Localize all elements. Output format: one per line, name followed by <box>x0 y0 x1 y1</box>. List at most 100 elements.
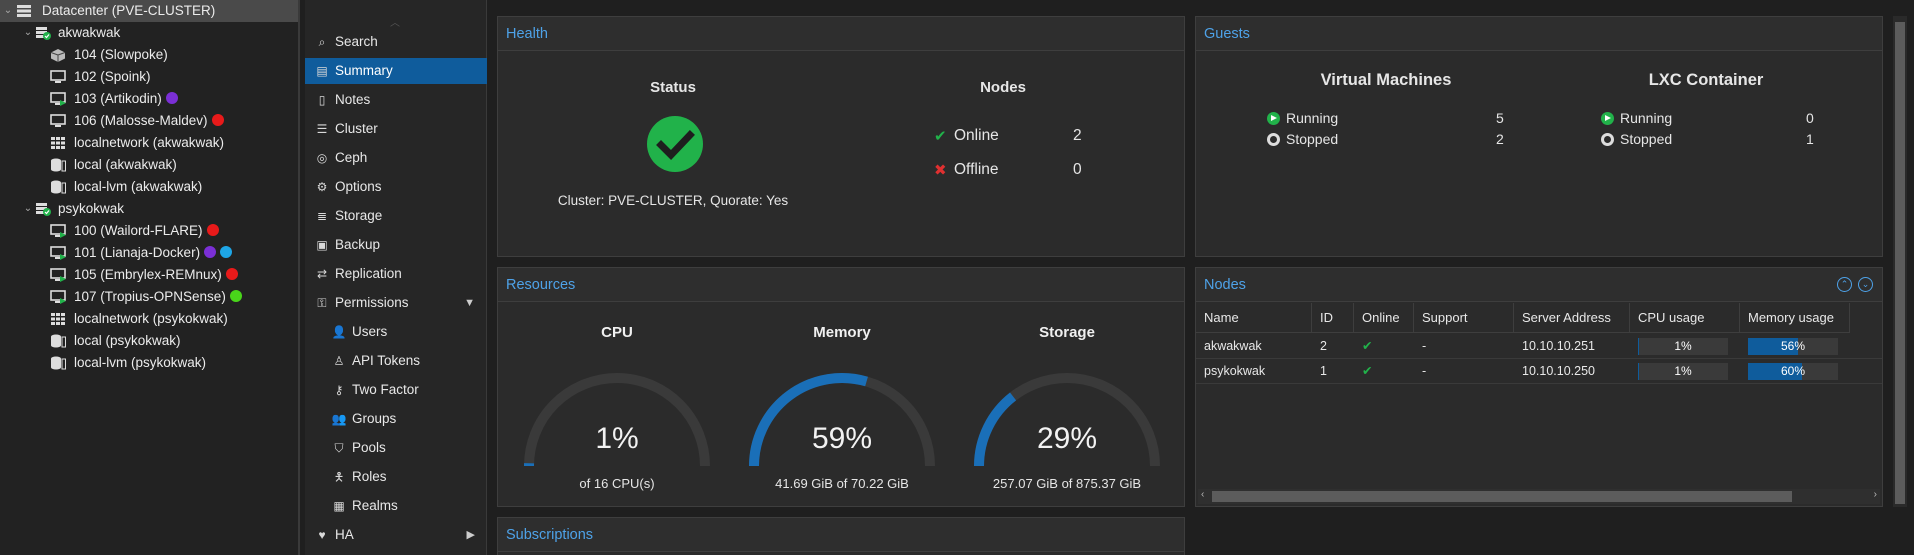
tree-item-storage[interactable]: local-lvm (psykokwak) <box>0 352 298 374</box>
column-header-server-address[interactable]: Server Address <box>1514 303 1630 333</box>
expand-down-icon[interactable]: ⌄ <box>1858 277 1873 292</box>
caret-down-icon[interactable]: ▼ <box>464 290 475 316</box>
tree-item-vm-running[interactable]: 107 (Tropius-OPNSense) <box>0 286 298 308</box>
scroll-right-icon[interactable]: › <box>1874 489 1877 500</box>
tree-item-storage[interactable]: local (psykokwak) <box>0 330 298 352</box>
scrollbar-thumb[interactable] <box>1895 22 1905 504</box>
vm-running-label: Running <box>1286 110 1339 126</box>
nav-item-label: Search <box>335 34 378 49</box>
column-header-id[interactable]: ID <box>1312 303 1354 333</box>
nav-item-ha[interactable]: ♥ HA ▶ <box>305 522 487 548</box>
tree-item-vm-stopped[interactable]: 106 (Malosse-Maldev) <box>0 110 298 132</box>
nav-item-users[interactable]: 👤 Users <box>305 319 487 345</box>
tree-item-node-akwakwak[interactable]: ⌄ akwakwak <box>0 22 298 44</box>
nav-item-label: API Tokens <box>352 353 421 368</box>
column-header-name[interactable]: Name <box>1196 303 1312 333</box>
status-title: Status <box>650 79 696 96</box>
user-icon: 👤 <box>331 325 347 339</box>
running-icon <box>1601 112 1614 125</box>
nav-item-permissions[interactable]: ⚿ Permissions ▼ <box>305 290 487 316</box>
lxc-running-count: 0 <box>1806 110 1814 126</box>
tree-item-node-psykokwak[interactable]: ⌄ psykokwak <box>0 198 298 220</box>
nav-item-api-tokens[interactable]: ♙ API Tokens <box>305 348 487 374</box>
tag-dot <box>211 114 224 127</box>
nav-scroll-up-icon[interactable]: ︿ <box>390 14 400 29</box>
tree-item-storage[interactable]: local (akwakwak) <box>0 154 298 176</box>
status-ok-icon <box>647 116 703 172</box>
nav-item-ceph[interactable]: ◎ Ceph <box>305 145 487 171</box>
tree-item-label: local (psykokwak) <box>74 330 181 352</box>
nodes-grid: Name ID Online Support Server Address CPU usa… <box>1196 303 1882 471</box>
caret-right-icon[interactable]: ▶ <box>467 522 475 548</box>
config-navigation: ︿ ⌕ Search ▤ Summary ▯ Notes ☰ Cluster ◎ Ceph ⚙ Opt… <box>305 0 487 555</box>
horizontal-scrollbar[interactable]: ‹ › <box>1198 489 1880 504</box>
tree-item-text: 106 (Malosse-Maldev) <box>74 113 208 128</box>
nav-item-label: Storage <box>335 208 383 223</box>
health-panel: Health Status Cluster: PVE-CLUSTER, Quor… <box>497 16 1185 257</box>
tree-item-text: localnetwork (akwakwak) <box>74 135 225 150</box>
gauge-percent: 59% <box>811 422 873 455</box>
unlock-icon: ⚿ <box>317 296 327 310</box>
nav-item-summary[interactable]: ▤ Summary <box>305 58 487 84</box>
offline-x-icon: ✖ <box>934 162 947 179</box>
tree-item-text: local (akwakwak) <box>74 157 177 172</box>
nav-item-label: HA <box>335 527 354 542</box>
cpu-usage-bar: 1% <box>1638 338 1728 355</box>
vm-stopped-icon <box>50 70 66 83</box>
lxc-title: LXC Container <box>1648 71 1764 89</box>
nav-item-search[interactable]: ⌕ Search <box>305 29 487 55</box>
nav-item-two-factor[interactable]: ⚷ Two Factor <box>305 377 487 403</box>
scrollbar-thumb[interactable] <box>1212 491 1792 502</box>
collapse-icon[interactable]: ⌄ <box>22 22 34 44</box>
gauge-detail: 257.07 GiB of 875.37 GiB <box>992 476 1142 491</box>
nav-item-cluster[interactable]: ☰ Cluster <box>305 116 487 142</box>
tag-dot <box>206 224 219 237</box>
collapse-up-icon[interactable]: ⌃ <box>1837 277 1852 292</box>
nav-item-pools[interactable]: ⛉ Pools <box>305 435 487 461</box>
tree-item-vm-running[interactable]: 103 (Artikodin) <box>0 88 298 110</box>
tree-item-vm-running[interactable]: 100 (Wailord-FLARE) <box>0 220 298 242</box>
nav-item-label: Groups <box>352 411 397 426</box>
bar-text: 1% <box>1674 364 1692 378</box>
running-icon <box>1267 112 1280 125</box>
tree-item-label: 102 (Spoink) <box>74 66 151 88</box>
nav-item-groups[interactable]: 👥 Groups <box>305 406 487 432</box>
tree-item-vm-running[interactable]: 101 (Lianaja-Docker) <box>0 242 298 264</box>
tree-item-datacenter[interactable]: ⌄ Datacenter (PVE-CLUSTER) <box>0 0 298 22</box>
tree-item-network[interactable]: localnetwork (psykokwak) <box>0 308 298 330</box>
nav-item-notes[interactable]: ▯ Notes <box>305 87 487 113</box>
key-icon: ⚷ <box>334 383 344 397</box>
cell-id: 1 <box>1320 364 1327 378</box>
nav-item-backup[interactable]: ▣ Backup <box>305 232 487 258</box>
nav-item-realms[interactable]: ▦ Realms <box>305 493 487 519</box>
table-row[interactable]: psykokwak 1 ✔ - 10.10.10.250 1% 60% <box>1196 359 1882 384</box>
tree-item-text: local-lvm (akwakwak) <box>74 179 203 194</box>
node-label: akwakwak <box>58 25 121 40</box>
nav-item-options[interactable]: ⚙ Options <box>305 174 487 200</box>
tree-item-label: 103 (Artikodin) <box>74 88 178 110</box>
resource-tree: ⌄ Datacenter (PVE-CLUSTER) ⌄ akwakwak 104 … <box>0 0 300 555</box>
nav-item-replication[interactable]: ⇄ Replication <box>305 261 487 287</box>
lxc-stopped-count: 1 <box>1806 131 1814 147</box>
scroll-left-icon[interactable]: ‹ <box>1201 489 1204 500</box>
nav-item-storage[interactable]: ≣ Storage <box>305 203 487 229</box>
column-header-memory-usage[interactable]: Memory usage <box>1740 303 1850 333</box>
column-header-cpu-usage[interactable]: CPU usage <box>1630 303 1740 333</box>
cluster-status-text: Cluster: PVE-CLUSTER, Quorate: Yes <box>557 193 789 208</box>
column-header-online[interactable]: Online <box>1354 303 1414 333</box>
gauge-percent: 29% <box>1036 422 1098 455</box>
online-check-icon: ✔ <box>1362 364 1373 378</box>
tree-item-vm-running[interactable]: 105 (Embrylex-REMnux) <box>0 264 298 286</box>
collapse-icon[interactable]: ⌄ <box>22 198 34 220</box>
main-vertical-scrollbar[interactable] <box>1893 16 1907 507</box>
tree-item-vm-stopped[interactable]: 102 (Spoink) <box>0 66 298 88</box>
column-header-support[interactable]: Support <box>1414 303 1514 333</box>
tree-item-network[interactable]: localnetwork (akwakwak) <box>0 132 298 154</box>
nav-item-roles[interactable]: 🯅 Roles <box>305 464 487 490</box>
tree-item-template[interactable]: 104 (Slowpoke) <box>0 44 298 66</box>
table-row[interactable]: akwakwak 2 ✔ - 10.10.10.251 1% 56% <box>1196 334 1882 359</box>
cell-id: 2 <box>1320 339 1327 353</box>
collapse-icon[interactable]: ⌄ <box>2 0 14 22</box>
cell-support: - <box>1422 339 1427 353</box>
tree-item-storage[interactable]: local-lvm (akwakwak) <box>0 176 298 198</box>
